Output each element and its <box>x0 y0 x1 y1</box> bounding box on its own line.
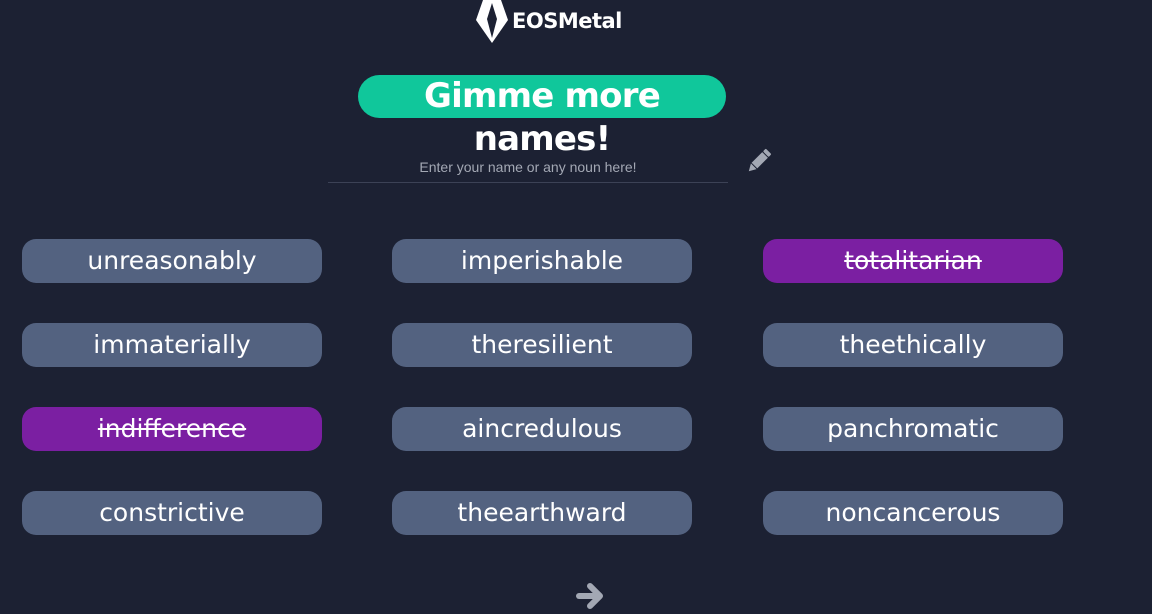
name-pill[interactable]: theethically <box>763 323 1063 367</box>
eosmetal-logo-icon <box>476 0 508 43</box>
name-pill[interactable]: noncancerous <box>763 491 1063 535</box>
name-pill[interactable]: totalitarian <box>763 239 1063 283</box>
name-input[interactable] <box>328 152 728 183</box>
brand-logo[interactable]: EOSMetal <box>476 0 622 44</box>
edit-button[interactable] <box>744 148 772 176</box>
name-pill[interactable]: theearthward <box>392 491 692 535</box>
name-pill[interactable]: theresilient <box>392 323 692 367</box>
name-pill[interactable]: imperishable <box>392 239 692 283</box>
pencil-icon <box>748 148 772 172</box>
name-pill[interactable]: aincredulous <box>392 407 692 451</box>
name-pill[interactable]: immaterially <box>22 323 322 367</box>
arrow-right-icon <box>576 583 603 609</box>
name-pill[interactable]: panchromatic <box>763 407 1063 451</box>
page: EOSMetal Gimme more names! unreasonably … <box>0 0 1152 614</box>
name-pill[interactable]: constrictive <box>22 491 322 535</box>
name-pill[interactable]: unreasonably <box>22 239 322 283</box>
brand-name: EOSMetal <box>512 9 622 33</box>
name-pill[interactable]: indifference <box>22 407 322 451</box>
next-page-button[interactable] <box>575 580 605 612</box>
gimme-more-names-button[interactable]: Gimme more names! <box>358 75 726 159</box>
